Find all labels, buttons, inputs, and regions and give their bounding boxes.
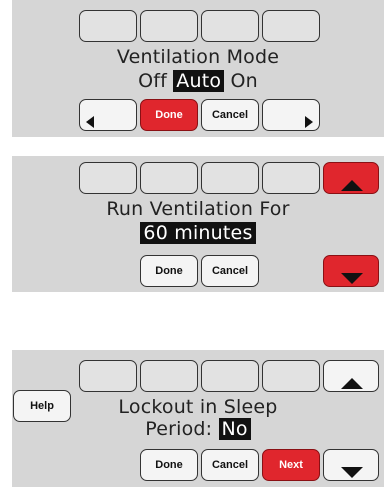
up-arrow-button[interactable]	[323, 360, 379, 392]
period-label: Period:	[145, 418, 213, 440]
done-button[interactable]: Done	[140, 99, 198, 131]
blank-soft-key-2[interactable]	[140, 10, 198, 42]
option-off[interactable]: Off	[138, 70, 167, 92]
run-ventilation-value: 60 minutes	[140, 222, 256, 244]
option-auto-selected[interactable]: Auto	[173, 70, 225, 92]
done-button[interactable]: Done	[140, 255, 198, 287]
done-button[interactable]: Done	[140, 449, 198, 481]
blank-soft-key-3[interactable]	[201, 10, 259, 42]
run-ventilation-title: Run Ventilation For	[106, 198, 290, 220]
blank-soft-key-3[interactable]	[201, 162, 259, 194]
option-on[interactable]: On	[230, 70, 257, 92]
lockout-sleep-value-row: Period: No	[12, 418, 384, 440]
up-arrow-button[interactable]	[323, 162, 379, 194]
right-arrow-button[interactable]	[262, 99, 320, 131]
blank-soft-key-1[interactable]	[79, 10, 137, 42]
left-arrow-icon	[86, 110, 94, 140]
down-arrow-button[interactable]	[323, 449, 379, 481]
ventilation-mode-title: Ventilation Mode	[116, 46, 280, 68]
down-arrow-icon	[341, 266, 363, 296]
blank-soft-key-2[interactable]	[140, 360, 198, 392]
blank-soft-key-1[interactable]	[79, 360, 137, 392]
next-button[interactable]: Next	[262, 449, 320, 481]
run-ventilation-screen: Run Ventilation For 60 minutes Done Canc…	[12, 156, 384, 292]
down-arrow-button[interactable]	[323, 255, 379, 287]
lockout-sleep-screen: Help Lockout in Sleep Period: No Done Ca…	[12, 350, 384, 487]
blank-soft-key-4[interactable]	[262, 10, 320, 42]
blank-soft-key-1[interactable]	[79, 162, 137, 194]
ventilation-mode-options: Off Auto On	[12, 70, 384, 92]
blank-soft-key-2[interactable]	[140, 162, 198, 194]
right-arrow-icon	[305, 110, 313, 140]
blank-soft-key-3[interactable]	[201, 360, 259, 392]
down-arrow-icon	[341, 460, 363, 490]
blank-soft-key-4[interactable]	[262, 162, 320, 194]
left-arrow-button[interactable]	[79, 99, 137, 131]
cancel-button[interactable]: Cancel	[201, 255, 259, 287]
ventilation-mode-screen: Ventilation Mode Off Auto On Done Cancel	[12, 0, 384, 137]
lockout-sleep-title: Lockout in Sleep	[118, 396, 278, 418]
lockout-value: No	[218, 418, 251, 440]
run-ventilation-value-row: 60 minutes	[12, 222, 384, 244]
cancel-button[interactable]: Cancel	[201, 99, 259, 131]
blank-soft-key-4[interactable]	[262, 360, 320, 392]
cancel-button[interactable]: Cancel	[201, 449, 259, 481]
